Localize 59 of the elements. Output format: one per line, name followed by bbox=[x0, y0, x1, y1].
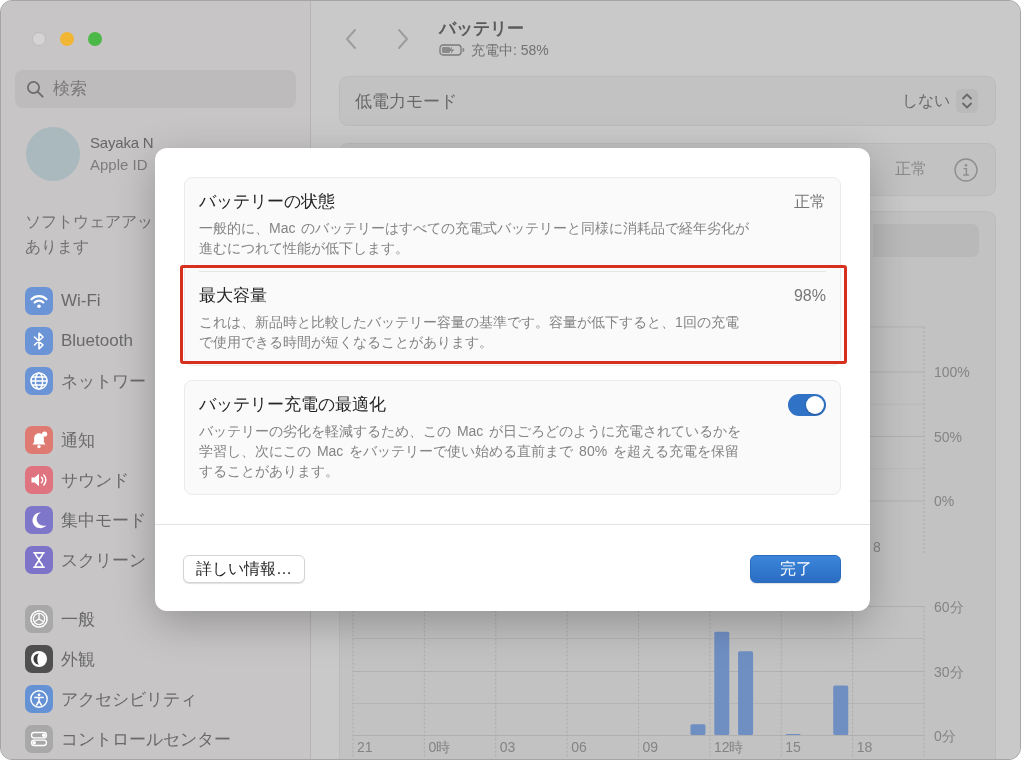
mode-popup-button[interactable]: しない bbox=[902, 89, 978, 113]
chevron-left-icon[interactable] bbox=[344, 27, 358, 50]
setting-title: バッテリー充電の最適化 bbox=[199, 394, 386, 416]
axis-label: 06 bbox=[571, 739, 587, 755]
avatar[interactable] bbox=[26, 127, 80, 181]
sidebar-item[interactable]: サウンド bbox=[25, 460, 129, 500]
axis-label: 0分 bbox=[934, 727, 956, 744]
sidebar-item[interactable]: コントロールセンター bbox=[25, 719, 231, 759]
account-subtitle: Apple ID bbox=[90, 155, 148, 175]
setting-description: バッテリーの劣化を軽減するため、この Mac が日ごろどのように充電されているかを学習し、次にこの Mac をバッテリーで使い始める直前まで 80% を超える充電を保留することがあります。 bbox=[199, 422, 743, 481]
sidebar-item[interactable]: アクセシビリティ bbox=[25, 679, 197, 719]
notice-text[interactable]: あります bbox=[25, 234, 89, 259]
setting-value: 98% bbox=[793, 286, 826, 306]
setting-title: バッテリーの状態 bbox=[199, 191, 335, 213]
zoom-button[interactable] bbox=[88, 32, 102, 46]
toggle-switch[interactable] bbox=[788, 394, 826, 416]
more-info-button[interactable]: 詳しい情報… bbox=[183, 555, 305, 583]
axis-label: 21 bbox=[357, 739, 373, 755]
sidebar-item[interactable]: Bluetooth bbox=[25, 321, 133, 361]
done-button[interactable]: 完了 bbox=[750, 555, 841, 583]
axis-label: 8 bbox=[873, 539, 881, 555]
setting-value: 正常 bbox=[895, 159, 927, 179]
sidebar-item[interactable]: ネットワー bbox=[25, 361, 146, 401]
axis-label: 60分 bbox=[934, 598, 964, 615]
sidebar-item[interactable]: 通知 bbox=[25, 420, 95, 460]
axis-label: 03 bbox=[499, 739, 516, 755]
search-icon bbox=[26, 80, 44, 98]
setting-label: 低電力モード bbox=[355, 90, 457, 113]
battery-charging-icon bbox=[439, 43, 465, 56]
info-icon[interactable] bbox=[954, 157, 978, 182]
axis-label: 30分 bbox=[934, 663, 964, 680]
sidebar-item[interactable]: 外観 bbox=[25, 639, 95, 679]
axis-label: 50% bbox=[934, 428, 963, 445]
axis-label: 0% bbox=[934, 493, 955, 509]
sidebar-item[interactable]: Wi-Fi bbox=[25, 281, 101, 321]
axis-label: 15 bbox=[785, 739, 801, 755]
sidebar-item[interactable]: 一般 bbox=[25, 599, 95, 639]
sidebar-item[interactable]: 集中モード bbox=[25, 500, 146, 540]
setting-value: 正常 bbox=[794, 192, 826, 212]
sidebar-item[interactable]: スクリーン bbox=[25, 540, 146, 580]
up-down-chevron-icon bbox=[956, 89, 978, 113]
setting-description: これは、新品時と比較したバッテリー容量の基準です。容量が低下すると、1回の充電で使用できる時間が短くなることがあります。 bbox=[199, 313, 740, 352]
axis-label: 18 bbox=[856, 739, 873, 755]
minimize-button[interactable] bbox=[60, 32, 74, 46]
page-title: バッテリー bbox=[439, 17, 524, 40]
account-name: Sayaka N bbox=[90, 133, 154, 153]
setting-description: 一般的に、Mac のバッテリーはすべての充電式バッテリーと同様に消耗品で経年劣化が進むにつれて性能が低下します。 bbox=[199, 219, 751, 258]
bar bbox=[690, 724, 706, 735]
segmented-control[interactable] bbox=[873, 224, 979, 257]
setting-title: 最大容量 bbox=[199, 285, 267, 307]
axis-label: 09 bbox=[642, 739, 659, 755]
axis-label: 12時 bbox=[713, 739, 744, 755]
search-field[interactable]: 検索 bbox=[15, 70, 296, 108]
axis-label: 0時 bbox=[428, 739, 451, 755]
notice-text[interactable]: ソフトウェアアッ bbox=[25, 209, 153, 234]
chevron-right-icon[interactable] bbox=[396, 27, 410, 50]
bar bbox=[833, 685, 849, 735]
axis-label: 100% bbox=[934, 364, 970, 380]
charging-status: 充電中: 58% bbox=[471, 40, 549, 60]
